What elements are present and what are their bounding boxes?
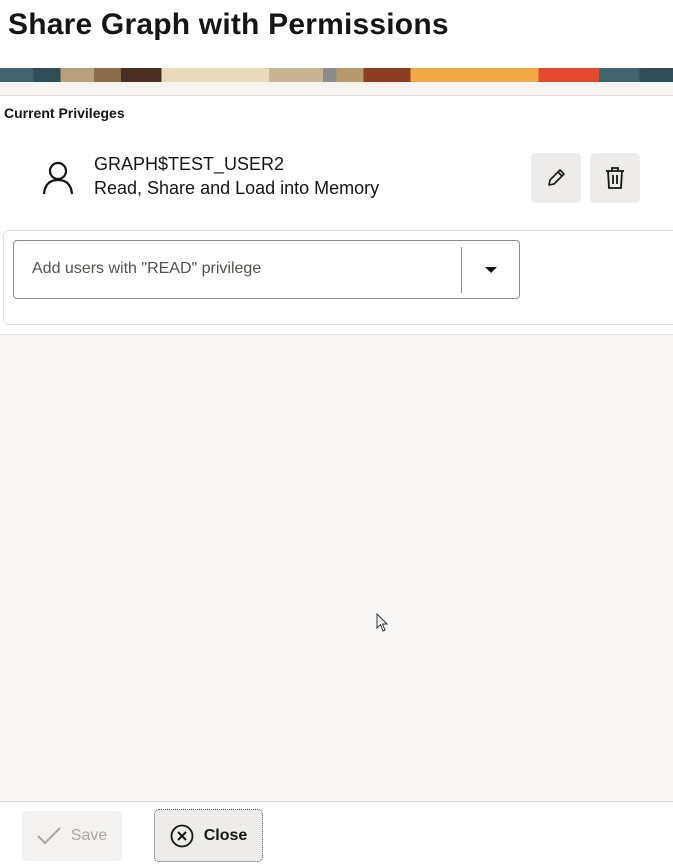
checkmark-icon <box>37 827 61 845</box>
trash-icon <box>606 167 624 189</box>
decorative-banner <box>0 68 673 82</box>
close-label: Close <box>203 826 248 844</box>
dialog-title: Share Graph with Permissions <box>8 8 449 41</box>
user-icon <box>42 161 74 195</box>
current-privileges-label: Current Privileges <box>4 105 125 121</box>
edit-button[interactable] <box>531 153 581 203</box>
content-area <box>0 334 673 801</box>
close-circle-icon <box>170 824 194 847</box>
close-button[interactable]: Close <box>154 809 263 862</box>
pencil-icon <box>548 169 565 186</box>
save-button[interactable]: Save <box>22 811 122 861</box>
save-label: Save <box>70 827 108 844</box>
add-users-select[interactable]: Add users with "READ" privilege <box>13 240 520 299</box>
add-users-placeholder: Add users with "READ" privilege <box>32 260 262 277</box>
user-name: GRAPH$TEST_USER2 <box>94 154 285 174</box>
mouse-cursor-icon <box>376 613 389 632</box>
header-divider <box>0 82 673 96</box>
select-divider <box>461 247 462 293</box>
caret-down-icon[interactable] <box>485 267 497 273</box>
delete-button[interactable] <box>590 153 640 203</box>
user-permissions: Read, Share and Load into Memory <box>94 178 380 198</box>
